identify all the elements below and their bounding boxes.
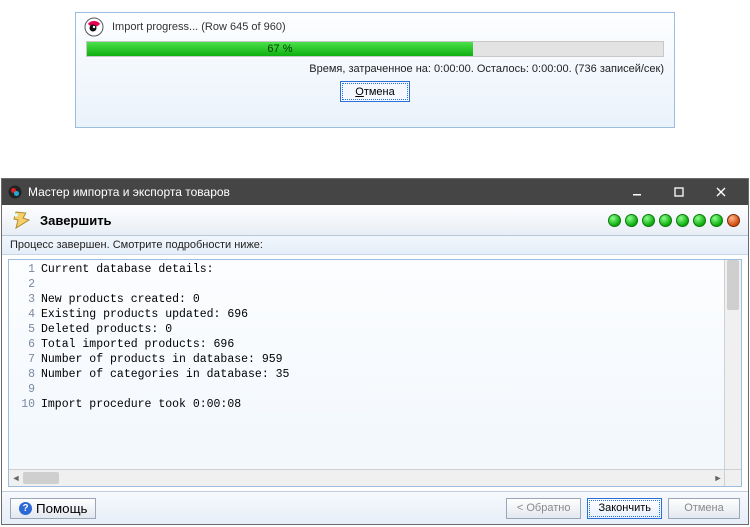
back-button: < Обратно <box>506 498 582 519</box>
step-dot-current <box>727 214 740 227</box>
cancel-wizard-button: Отмена <box>668 498 740 519</box>
log-line: 3New products created: 0 <box>9 292 725 307</box>
log-line-number: 10 <box>9 397 41 412</box>
help-icon: ? <box>19 502 32 515</box>
scroll-corner <box>724 469 741 486</box>
vertical-scroll-thumb[interactable] <box>727 260 739 310</box>
log-line-text: Current database details: <box>41 262 214 277</box>
import-progress-dialog: Import progress... (Row 645 of 960) 67 %… <box>75 12 675 128</box>
cancel-button[interactable]: Отмена <box>340 81 410 102</box>
progress-label: 67 % <box>87 42 473 56</box>
log-line-text: Deleted products: 0 <box>41 322 172 337</box>
log-line: 4Existing products updated: 696 <box>9 307 725 322</box>
vertical-scrollbar[interactable] <box>724 260 741 470</box>
log-line-number: 5 <box>9 322 41 337</box>
log-line-number: 1 <box>9 262 41 277</box>
time-elapsed-text: Время, затраченное на: 0:00:00. Осталось… <box>86 63 664 75</box>
prestashop-icon <box>84 17 104 37</box>
scroll-right-arrow-icon[interactable]: ► <box>711 470 725 486</box>
wizard-step-title: Завершить <box>40 213 608 228</box>
wizard-footer: ? Помощь < Обратно Закончить Отмена <box>2 491 748 524</box>
step-dot <box>608 214 621 227</box>
log-line-text: Total imported products: 696 <box>41 337 234 352</box>
log-line-number: 4 <box>9 307 41 322</box>
log-line: 5Deleted products: 0 <box>9 322 725 337</box>
log-line-number: 9 <box>9 382 41 397</box>
log-line-text: Number of products in database: 959 <box>41 352 283 367</box>
window-title: Мастер импорта и экспорта товаров <box>28 185 616 199</box>
log-line: 2 <box>9 277 725 292</box>
step-dot <box>693 214 706 227</box>
log-line-number: 3 <box>9 292 41 307</box>
help-label: Помощь <box>36 501 87 516</box>
close-button[interactable] <box>700 179 742 205</box>
app-icon <box>8 185 22 199</box>
progress-bar: 67 % <box>86 41 664 57</box>
step-dot <box>676 214 689 227</box>
step-dot <box>642 214 655 227</box>
log-line: 6Total imported products: 696 <box>9 337 725 352</box>
log-line-number: 8 <box>9 367 41 382</box>
log-line-text: Import procedure took 0:00:08 <box>41 397 241 412</box>
wizard-window: Мастер импорта и экспорта товаров Заверш… <box>1 178 749 525</box>
wizard-header: Завершить <box>2 205 748 236</box>
horizontal-scroll-thumb[interactable] <box>23 472 59 484</box>
log-line: 7Number of products in database: 959 <box>9 352 725 367</box>
wizard-icon <box>10 209 32 231</box>
log-line: 9 <box>9 382 725 397</box>
step-indicators <box>608 214 740 227</box>
minimize-button[interactable] <box>616 179 658 205</box>
step-dot <box>625 214 638 227</box>
dialog-header: Import progress... (Row 645 of 960) <box>76 13 674 41</box>
process-caption: Процесс завершен. Смотрите подробности н… <box>2 236 748 255</box>
log-line: 1Current database details: <box>9 262 725 277</box>
dialog-title: Import progress... (Row 645 of 960) <box>112 21 286 33</box>
progress-fill: 67 % <box>87 42 473 56</box>
step-dot <box>710 214 723 227</box>
log-line: 8Number of categories in database: 35 <box>9 367 725 382</box>
horizontal-scrollbar[interactable]: ◄ ► <box>9 469 725 486</box>
log-content: 1Current database details:23New products… <box>9 260 725 470</box>
help-button[interactable]: ? Помощь <box>10 498 96 519</box>
log-line-text: Existing products updated: 696 <box>41 307 248 322</box>
log-line-text: Number of categories in database: 35 <box>41 367 289 382</box>
log-line-number: 2 <box>9 277 41 292</box>
log-line-number: 7 <box>9 352 41 367</box>
maximize-button[interactable] <box>658 179 700 205</box>
finish-button[interactable]: Закончить <box>587 498 662 519</box>
step-dot <box>659 214 672 227</box>
log-line-text: New products created: 0 <box>41 292 200 307</box>
log-panel: 1Current database details:23New products… <box>8 259 742 487</box>
log-line: 10Import procedure took 0:00:08 <box>9 397 725 412</box>
scroll-left-arrow-icon[interactable]: ◄ <box>9 470 23 486</box>
log-line-number: 6 <box>9 337 41 352</box>
titlebar: Мастер импорта и экспорта товаров <box>2 179 748 205</box>
